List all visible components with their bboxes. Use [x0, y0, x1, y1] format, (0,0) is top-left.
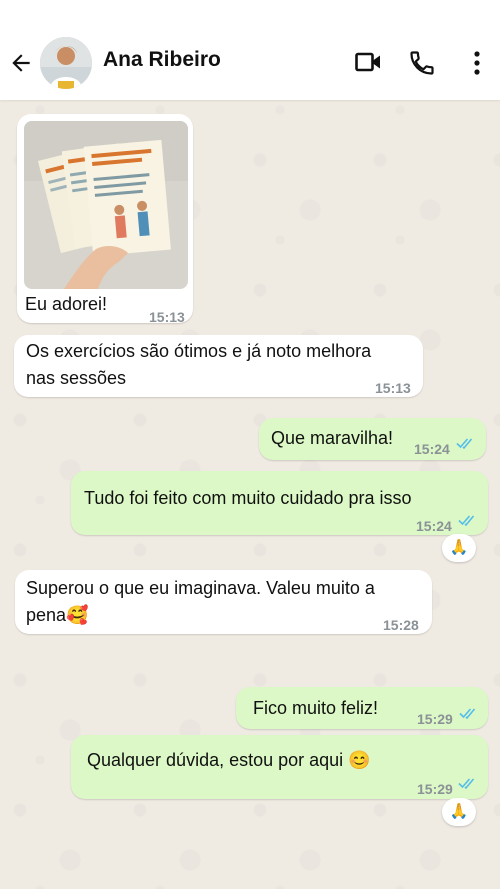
message-time: 15:24: [414, 441, 450, 457]
phone-call-icon[interactable]: [408, 49, 436, 77]
message-time: 15:13: [149, 309, 185, 325]
message-text-line: pena🥰: [26, 605, 89, 625]
message-time: 15:28: [383, 617, 419, 633]
read-receipt-icon: [458, 778, 475, 790]
message-bubble[interactable]: Os exercícios são ótimos e já noto melho…: [14, 335, 423, 397]
message-text-line: nas sessões: [26, 368, 127, 388]
message-photo[interactable]: [24, 121, 188, 289]
message-text: Que maravilha!: [271, 428, 394, 448]
chat-header: Ana Ribeiro: [0, 0, 500, 100]
reaction-badge[interactable]: 🙏: [442, 798, 476, 826]
read-receipt-icon: [458, 515, 475, 527]
message-text: Tudo foi feito com muito cuidado pra iss…: [84, 488, 412, 508]
message-text: Qualquer dúvida, estou por aqui 😊: [87, 750, 371, 770]
message-bubble[interactable]: Qualquer dúvida, estou por aqui 😊 15:29: [71, 735, 488, 799]
read-receipt-icon: [456, 438, 473, 450]
reaction-badge[interactable]: 🙏: [442, 534, 476, 562]
message-bubble[interactable]: Tudo foi feito com muito cuidado pra iss…: [71, 471, 488, 535]
back-arrow-icon[interactable]: [8, 50, 34, 76]
image-caption: Eu adorei!: [25, 294, 108, 314]
read-receipt-icon: [459, 708, 476, 720]
message-time: 15:29: [417, 711, 453, 727]
video-call-icon[interactable]: [354, 50, 382, 74]
message-time: 15:29: [417, 781, 453, 797]
message-bubble[interactable]: Fico muito feliz! 15:29: [236, 687, 488, 729]
message-bubble[interactable]: Superou o que eu imaginava. Valeu muito …: [15, 570, 432, 634]
more-options-icon[interactable]: [468, 49, 486, 77]
message-bubble[interactable]: Que maravilha! 15:24: [259, 418, 486, 460]
contact-name[interactable]: Ana Ribeiro: [103, 48, 221, 72]
avatar[interactable]: [40, 37, 92, 89]
message-text-line: Superou o que eu imaginava. Valeu muito …: [26, 578, 375, 598]
message-text: Fico muito feliz!: [253, 698, 379, 718]
message-image[interactable]: Eu adorei! 15:13: [17, 114, 193, 325]
message-time: 15:13: [375, 380, 411, 396]
message-text-line: Os exercícios são ótimos e já noto melho…: [26, 341, 372, 361]
